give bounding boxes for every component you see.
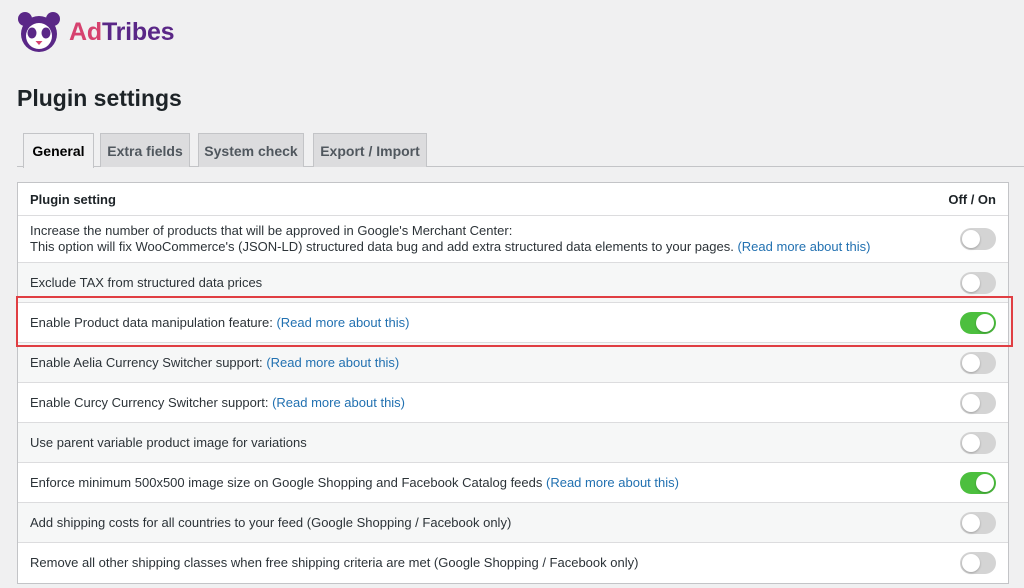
setting-toggle[interactable] — [960, 311, 996, 334]
setting-label: Enable Aelia Currency Switcher support: … — [30, 355, 399, 371]
setting-toggle[interactable] — [960, 552, 996, 574]
setting-description: This option will fix WooCommerce's (JSON… — [30, 239, 734, 254]
brand-name: AdTribes — [69, 17, 175, 47]
setting-description: Enable Curcy Currency Switcher support: — [30, 394, 269, 410]
setting-label: Enable Curcy Currency Switcher support: … — [30, 395, 405, 411]
setting-label: Increase the number of products that wil… — [30, 223, 870, 255]
setting-toggle[interactable] — [960, 391, 996, 414]
column-header-toggle: Off / On — [948, 191, 996, 207]
panda-icon — [18, 12, 60, 52]
tab-general[interactable]: General — [23, 133, 94, 168]
setting-toggle[interactable] — [960, 431, 996, 454]
tab-extra-fields[interactable]: Extra fields — [100, 133, 190, 167]
setting-description-line1: Increase the number of products that wil… — [30, 223, 513, 238]
table-header: Plugin setting Off / On — [18, 183, 1008, 216]
setting-toggle[interactable] — [960, 351, 996, 374]
settings-rows: Increase the number of products that wil… — [18, 216, 1008, 583]
setting-row: Increase the number of products that wil… — [18, 216, 1008, 263]
setting-toggle[interactable] — [960, 511, 996, 534]
read-more-link[interactable]: (Read more about this) — [276, 315, 409, 330]
toggle-knob — [962, 353, 980, 372]
toggle-knob — [962, 433, 980, 452]
setting-row: Exclude TAX from structured data prices — [18, 263, 1008, 303]
setting-row: Use parent variable product image for va… — [18, 423, 1008, 463]
setting-description: Enable Product data manipulation feature… — [30, 314, 273, 330]
toggle-knob — [962, 393, 980, 412]
brand-name-part2: Tribes — [101, 17, 175, 46]
settings-tabs: General Extra fields System check Export… — [17, 133, 1024, 168]
setting-row: Remove all other shipping classes when f… — [18, 543, 1008, 583]
setting-label: Use parent variable product image for va… — [30, 435, 307, 451]
setting-label: Remove all other shipping classes when f… — [30, 555, 638, 571]
setting-toggle[interactable] — [960, 271, 996, 294]
setting-label: Add shipping costs for all countries to … — [30, 515, 511, 531]
setting-row: Add shipping costs for all countries to … — [18, 503, 1008, 543]
setting-row: Enforce minimum 500x500 image size on Go… — [18, 463, 1008, 503]
setting-row: Enable Product data manipulation feature… — [18, 303, 1008, 343]
setting-description: Enable Aelia Currency Switcher support: — [30, 354, 263, 370]
setting-description: Remove all other shipping classes when f… — [30, 555, 639, 570]
tab-export-import[interactable]: Export / Import — [313, 133, 427, 167]
toggle-knob — [962, 513, 980, 532]
setting-label: Enforce minimum 500x500 image size on Go… — [30, 475, 679, 491]
brand-name-part1: Ad — [69, 17, 102, 46]
toggle-knob — [976, 313, 994, 332]
toggle-knob — [976, 473, 994, 492]
setting-label: Exclude TAX from structured data prices — [30, 275, 262, 291]
read-more-link[interactable]: (Read more about this) — [546, 475, 679, 490]
brand-logo[interactable]: AdTribes — [17, 11, 175, 53]
setting-description: Exclude TAX from structured data prices — [30, 274, 263, 290]
setting-row: Enable Curcy Currency Switcher support: … — [18, 383, 1008, 423]
toggle-knob — [962, 230, 980, 248]
column-header-setting: Plugin setting — [30, 191, 116, 207]
read-more-link[interactable]: (Read more about this) — [272, 395, 405, 410]
setting-toggle[interactable] — [960, 471, 996, 494]
setting-description: Enforce minimum 500x500 image size on Go… — [30, 474, 543, 490]
setting-description: Add shipping costs for all countries to … — [30, 514, 512, 530]
settings-table: Plugin setting Off / On Increase the num… — [17, 182, 1009, 584]
read-more-link[interactable]: (Read more about this) — [266, 355, 399, 370]
setting-row: Enable Aelia Currency Switcher support: … — [18, 343, 1008, 383]
setting-label: Enable Product data manipulation feature… — [30, 315, 409, 331]
toggle-knob — [962, 554, 980, 572]
setting-description: Use parent variable product image for va… — [30, 434, 307, 450]
page-title: Plugin settings — [17, 85, 182, 111]
toggle-knob — [962, 273, 980, 292]
setting-toggle[interactable] — [960, 228, 996, 250]
read-more-link[interactable]: (Read more about this) — [737, 239, 870, 254]
tab-system-check[interactable]: System check — [198, 133, 304, 167]
